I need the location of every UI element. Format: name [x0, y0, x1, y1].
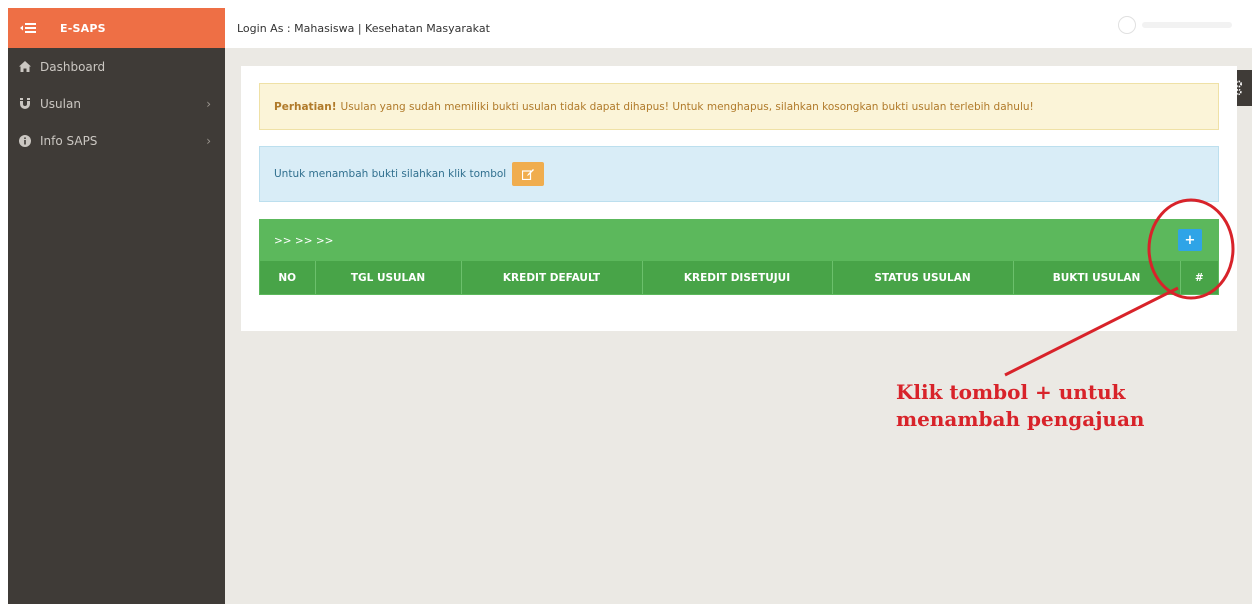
avatar: [1118, 16, 1136, 34]
info-message: Untuk menambah bukti silahkan klik tombo…: [274, 168, 507, 180]
usulan-table-box: >> >> >> + NO TGL USULAN KREDIT DEFAULT …: [259, 219, 1219, 295]
app-brand[interactable]: E-SAPS: [60, 22, 106, 35]
home-icon: [18, 60, 32, 74]
app-frame: E-SAPS Dashboard Usulan › Info SAPS › Lo…: [8, 8, 1252, 604]
edit-button[interactable]: [512, 162, 545, 186]
sidebar-item-info-saps[interactable]: Info SAPS ›: [8, 122, 225, 159]
column-header-bukti-usulan[interactable]: BUKTI USULAN: [1013, 261, 1181, 294]
brand-bar: E-SAPS: [8, 8, 225, 48]
sidebar-item-usulan[interactable]: Usulan ›: [8, 85, 225, 122]
table-box-header: >> >> >> +: [260, 220, 1218, 261]
warning-title: Perhatian!: [274, 100, 337, 113]
column-header-status-usulan[interactable]: STATUS USULAN: [832, 261, 1014, 294]
info-alert: Untuk menambah bukti silahkan klik tombo…: [259, 146, 1219, 202]
sidebar-item-label: Dashboard: [40, 59, 106, 74]
user-name-placeholder: [1142, 22, 1232, 28]
table-header-row: NO TGL USULAN KREDIT DEFAULT KREDIT DISE…: [260, 261, 1218, 294]
sidebar-item-dashboard[interactable]: Dashboard: [8, 48, 225, 85]
edit-icon: [522, 168, 535, 180]
sidebar-item-label: Usulan: [40, 96, 81, 111]
annotation-callout: Klik tombol + untuk menambah pengajuan: [896, 379, 1216, 433]
table-box-title: >> >> >>: [274, 234, 334, 247]
login-info: Login As : Mahasiswa | Kesehatan Masyara…: [237, 21, 490, 35]
annotation-line-2: menambah pengajuan: [896, 407, 1145, 431]
warning-message: Usulan yang sudah memiliki bukti usulan …: [340, 100, 1034, 113]
column-header-no[interactable]: NO: [260, 261, 316, 294]
content-panel: Perhatian! Usulan yang sudah memiliki bu…: [241, 66, 1237, 331]
sidebar: E-SAPS Dashboard Usulan › Info SAPS ›: [8, 8, 225, 604]
column-header-kredit-default[interactable]: KREDIT DEFAULT: [461, 261, 643, 294]
user-menu[interactable]: [1118, 16, 1232, 34]
info-icon: [18, 134, 32, 148]
sidebar-item-label: Info SAPS: [40, 133, 98, 148]
column-header-actions[interactable]: #: [1180, 261, 1218, 294]
column-header-tgl-usulan[interactable]: TGL USULAN: [315, 261, 462, 294]
chevron-right-icon: ›: [206, 97, 211, 111]
add-button[interactable]: +: [1178, 229, 1202, 251]
collapse-menu-icon[interactable]: [8, 8, 48, 48]
warning-alert: Perhatian! Usulan yang sudah memiliki bu…: [259, 83, 1219, 130]
usulan-table: NO TGL USULAN KREDIT DEFAULT KREDIT DISE…: [260, 261, 1218, 294]
chevron-right-icon: ›: [206, 134, 211, 148]
top-bar: Login As : Mahasiswa | Kesehatan Masyara…: [225, 8, 1252, 48]
annotation-line-1: Klik tombol + untuk: [896, 380, 1126, 404]
column-header-kredit-disetujui[interactable]: KREDIT DISETUJUI: [642, 261, 833, 294]
magnet-icon: [18, 97, 32, 111]
